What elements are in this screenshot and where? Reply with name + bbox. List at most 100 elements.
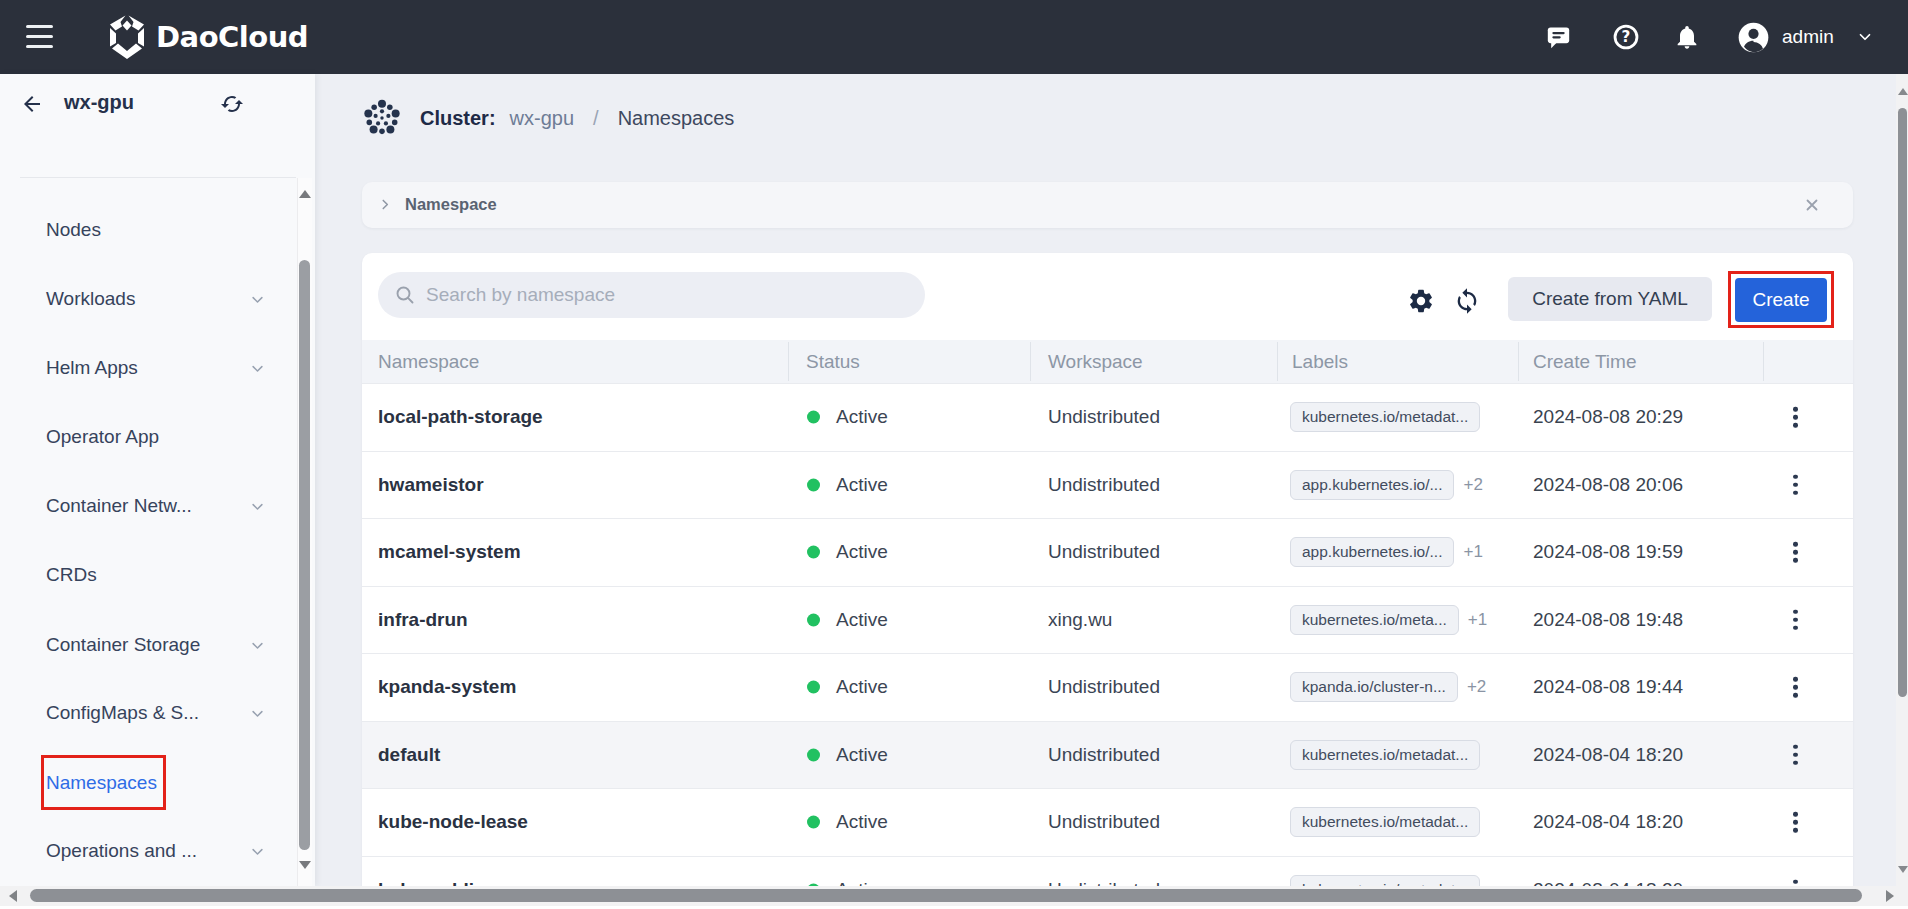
status-dot xyxy=(807,681,820,694)
workspace-value: Undistributed xyxy=(1048,406,1160,428)
label-extra-count: +2 xyxy=(1463,475,1482,495)
create-from-yaml-button[interactable]: Create from YAML xyxy=(1508,277,1712,321)
status-text: Active xyxy=(836,474,888,496)
help-icon[interactable]: ? xyxy=(1612,0,1640,74)
status-text: Active xyxy=(836,879,888,886)
status-dot xyxy=(807,478,820,491)
search-box[interactable] xyxy=(378,272,925,318)
chevron-down-icon xyxy=(250,844,265,859)
status-text: Active xyxy=(836,811,888,833)
user-name[interactable]: admin xyxy=(1782,0,1834,74)
close-icon[interactable] xyxy=(1803,196,1821,214)
status-text: Active xyxy=(836,541,888,563)
search-icon xyxy=(395,285,415,305)
table-row: local-path-storage Active Undistributed … xyxy=(362,383,1853,451)
table-row: default Active Undistributed kubernetes.… xyxy=(362,721,1853,789)
main-scrollbar-thumb[interactable] xyxy=(1898,108,1907,697)
sidebar-item-workloads[interactable]: Workloads xyxy=(0,279,296,319)
scroll-up-arrow[interactable] xyxy=(299,190,311,198)
table-row: kpanda-system Active Undistributed kpand… xyxy=(362,653,1853,721)
sidebar-item-container-storage[interactable]: Container Storage xyxy=(0,625,296,665)
row-actions-menu-icon[interactable] xyxy=(1793,542,1801,563)
column-header-namespace: Namespace xyxy=(378,340,479,383)
gear-icon[interactable] xyxy=(1407,287,1435,315)
divider xyxy=(20,177,296,178)
chat-icon[interactable] xyxy=(1545,0,1572,74)
breadcrumb: Cluster: wx-gpu / Namespaces xyxy=(420,105,734,131)
namespace-name[interactable]: mcamel-system xyxy=(378,541,521,563)
namespace-name[interactable]: default xyxy=(378,744,440,766)
search-input[interactable] xyxy=(426,284,886,306)
horizontal-scrollbar-thumb[interactable] xyxy=(30,889,1862,902)
main-scroll-down-arrow[interactable] xyxy=(1898,866,1908,873)
status-dot xyxy=(807,748,820,761)
create-time-value: 2024-08-08 19:44 xyxy=(1533,676,1683,698)
sidebar-scrollbar-thumb[interactable] xyxy=(299,260,310,850)
namespace-name[interactable]: kpanda-system xyxy=(378,676,516,698)
daocloud-logo-icon[interactable] xyxy=(106,15,148,63)
workspace-value: Undistributed xyxy=(1048,541,1160,563)
sidebar-item-operator-app[interactable]: Operator App xyxy=(0,417,296,457)
back-arrow-icon[interactable] xyxy=(20,92,44,116)
create-time-value: 2024-08-08 20:06 xyxy=(1533,474,1683,496)
breadcrumb-cluster-link[interactable]: wx-gpu xyxy=(510,107,574,130)
label-chip: kubernetes.io/meta... xyxy=(1290,605,1459,635)
row-actions-menu-icon[interactable] xyxy=(1793,407,1801,428)
chevron-down-icon xyxy=(250,292,265,307)
create-time-value: 2024-08-08 20:29 xyxy=(1533,406,1683,428)
scroll-down-arrow[interactable] xyxy=(299,861,311,869)
column-header-labels: Labels xyxy=(1292,340,1348,383)
horizontal-scroll-right-arrow[interactable] xyxy=(1886,890,1894,902)
table-row: infra-drun Active xing.wu kubernetes.io/… xyxy=(362,586,1853,654)
avatar[interactable] xyxy=(1737,0,1770,74)
sidebar-item-crds[interactable]: CRDs xyxy=(0,555,296,595)
banner-title: Namespace xyxy=(405,195,497,214)
namespace-name[interactable]: local-path-storage xyxy=(378,406,543,428)
chevron-right-icon[interactable] xyxy=(378,197,392,212)
breadcrumb-current: Namespaces xyxy=(618,107,735,130)
label-chip: kubernetes.io/metadat... xyxy=(1290,740,1480,770)
chevron-down-icon xyxy=(250,499,265,514)
top-bar: DaoCloud ? admin xyxy=(0,0,1908,74)
horizontal-scroll-left-arrow[interactable] xyxy=(9,890,17,902)
sidebar: wx-gpu Nodes Workloads Helm Apps Operato… xyxy=(0,74,315,886)
bell-icon[interactable] xyxy=(1673,0,1701,74)
refresh-icon[interactable] xyxy=(1453,287,1481,315)
namespace-name[interactable]: kube-node-lease xyxy=(378,811,528,833)
label-chip: app.kubernetes.io/... xyxy=(1290,470,1454,500)
row-actions-menu-icon[interactable] xyxy=(1793,610,1801,631)
chevron-down-icon xyxy=(250,361,265,376)
label-chip: kubernetes.io/metadat... xyxy=(1290,875,1480,886)
menu-icon[interactable] xyxy=(26,25,53,49)
switch-cluster-icon[interactable] xyxy=(220,92,244,116)
label-chip: app.kubernetes.io/... xyxy=(1290,537,1454,567)
namespace-name[interactable]: hwameistor xyxy=(378,474,484,496)
label-extra-count: +2 xyxy=(1467,677,1486,697)
workspace-value: xing.wu xyxy=(1048,609,1112,631)
row-actions-menu-icon[interactable] xyxy=(1793,745,1801,766)
create-time-value: 2024-08-04 18:20 xyxy=(1533,744,1683,766)
create-time-value: 2024-08-08 19:48 xyxy=(1533,609,1683,631)
label-chip: kpanda.io/cluster-n... xyxy=(1290,672,1458,702)
namespace-table-card: Create from YAML Create Namespace Status… xyxy=(362,253,1853,886)
chevron-down-icon[interactable] xyxy=(1856,0,1874,74)
row-actions-menu-icon[interactable] xyxy=(1793,812,1801,833)
status-dot xyxy=(807,546,820,559)
label-chip: kubernetes.io/metadat... xyxy=(1290,807,1480,837)
sidebar-item-operations-and[interactable]: Operations and ... xyxy=(0,831,296,871)
sidebar-item-configmaps-s[interactable]: ConfigMaps & S... xyxy=(0,693,296,733)
status-text: Active xyxy=(836,609,888,631)
sidebar-item-helm-apps[interactable]: Helm Apps xyxy=(0,348,296,388)
row-actions-menu-icon[interactable] xyxy=(1793,475,1801,496)
main-scroll-up-arrow[interactable] xyxy=(1898,88,1908,95)
namespace-name[interactable]: infra-drun xyxy=(378,609,468,631)
table-row: kube-public Active Undistributed kuberne… xyxy=(362,856,1853,887)
create-time-value: 2024-08-08 19:59 xyxy=(1533,541,1683,563)
status-text: Active xyxy=(836,676,888,698)
row-actions-menu-icon[interactable] xyxy=(1793,677,1801,698)
cluster-name: wx-gpu xyxy=(64,91,134,114)
sidebar-item-container-netw[interactable]: Container Netw... xyxy=(0,486,296,526)
sidebar-item-nodes[interactable]: Nodes xyxy=(0,210,296,250)
namespace-name[interactable]: kube-public xyxy=(378,879,485,886)
workspace-value: Undistributed xyxy=(1048,474,1160,496)
